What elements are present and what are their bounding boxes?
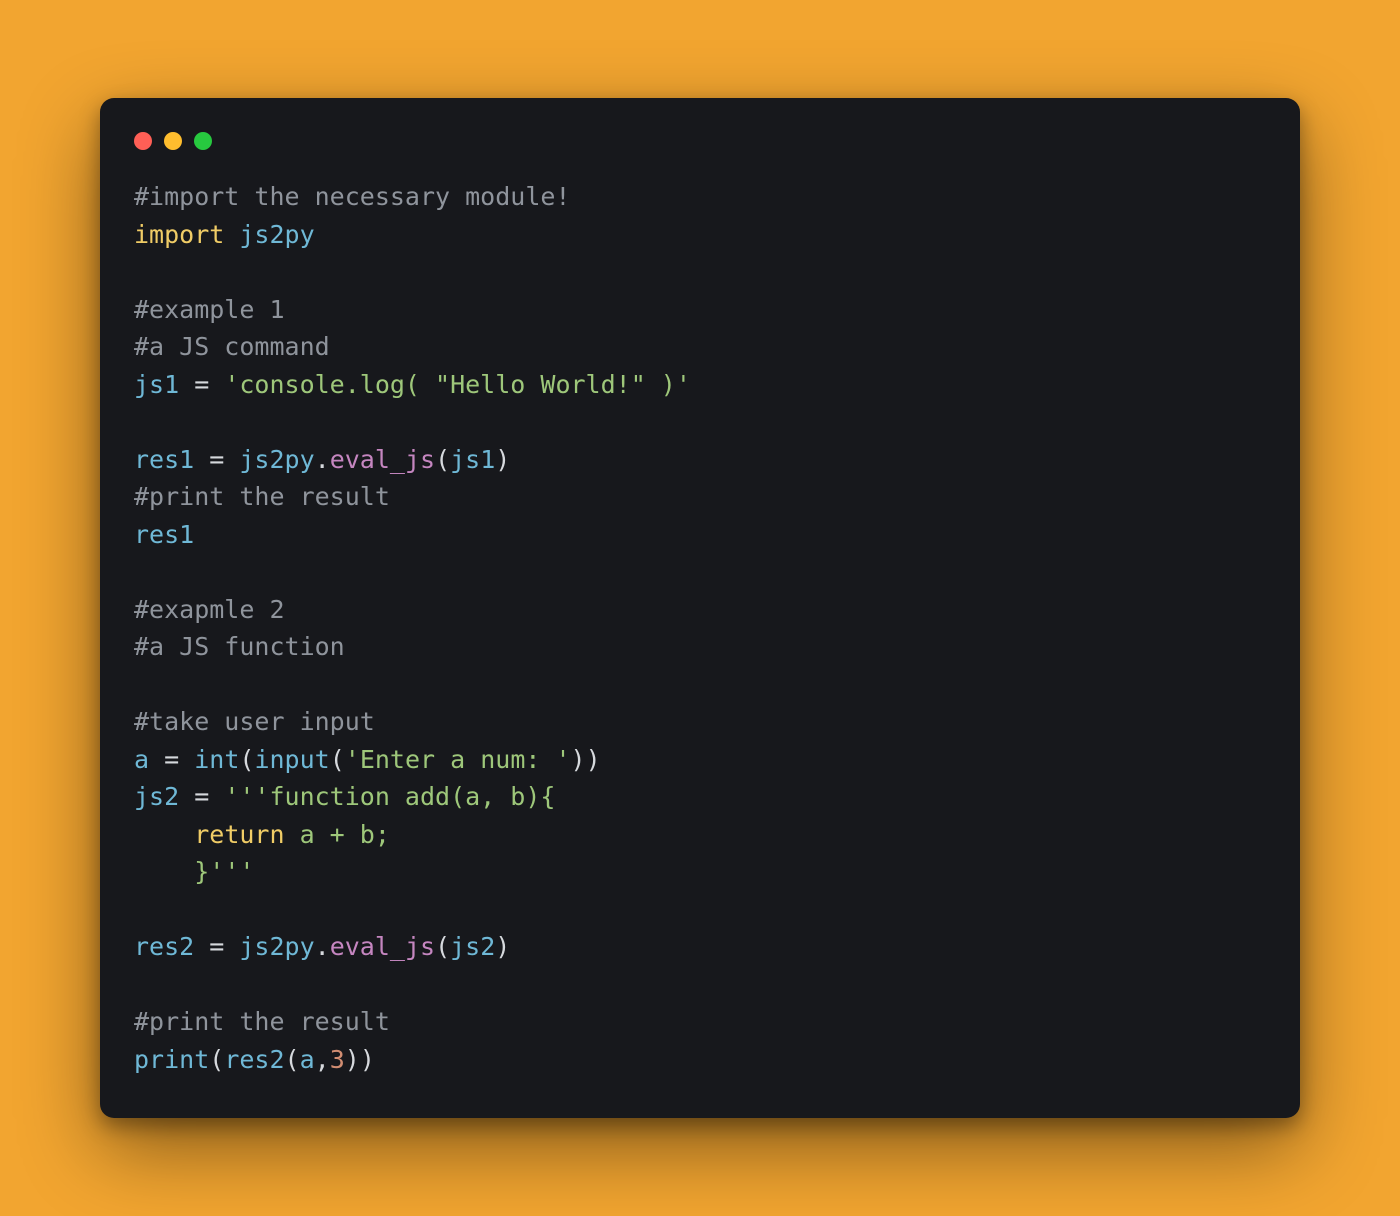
- code-token: js1: [450, 445, 495, 474]
- code-token: 'Enter a num: ': [345, 745, 571, 774]
- window-titlebar: [134, 126, 1266, 178]
- code-token: #print the result: [134, 482, 390, 511]
- code-token: ): [345, 1045, 360, 1074]
- code-token: 3: [330, 1045, 345, 1074]
- code-token: a: [134, 745, 149, 774]
- code-line: #import the necessary module!: [134, 182, 571, 211]
- code-line: }''': [134, 857, 254, 886]
- code-line: import js2py: [134, 220, 315, 249]
- code-line: a = int(input('Enter a num: ')): [134, 745, 601, 774]
- code-token: .: [315, 445, 330, 474]
- code-token: js2py: [239, 220, 314, 249]
- code-line: #print the result: [134, 482, 390, 511]
- code-window: #import the necessary module! import js2…: [100, 98, 1300, 1118]
- code-token: ): [495, 932, 510, 961]
- code-token: ): [571, 745, 586, 774]
- minimize-icon[interactable]: [164, 132, 182, 150]
- code-line: #take user input: [134, 707, 375, 736]
- code-line: res2 = js2py.eval_js(js2): [134, 932, 510, 961]
- code-token: eval_js: [330, 932, 435, 961]
- code-token: res2: [224, 1045, 284, 1074]
- code-line: #a JS command: [134, 332, 330, 361]
- code-token: ): [495, 445, 510, 474]
- code-token: }: [134, 857, 209, 886]
- code-line: js2 = '''function add(a, b){: [134, 782, 555, 811]
- code-token: (: [209, 1045, 224, 1074]
- code-token: #a JS command: [134, 332, 330, 361]
- code-token: js2py: [239, 445, 314, 474]
- close-icon[interactable]: [134, 132, 152, 150]
- code-token: #import the necessary module!: [134, 182, 571, 211]
- code-token: (: [435, 445, 450, 474]
- code-token: (: [285, 1045, 300, 1074]
- code-line: return a + b;: [134, 820, 390, 849]
- code-token: a: [300, 1045, 315, 1074]
- code-token: =: [149, 745, 194, 774]
- code-line: #a JS function: [134, 632, 345, 661]
- code-token: =: [194, 932, 239, 961]
- code-line: #example 1: [134, 295, 285, 324]
- code-token: [134, 820, 194, 849]
- code-token: .: [315, 932, 330, 961]
- code-token: (: [330, 745, 345, 774]
- code-token: ): [360, 1045, 375, 1074]
- code-token: return: [194, 820, 284, 849]
- code-token: import: [134, 220, 224, 249]
- code-token: res1: [134, 445, 194, 474]
- code-token: js2py: [239, 932, 314, 961]
- code-token: js2: [450, 932, 495, 961]
- code-line: #print the result: [134, 1007, 390, 1036]
- code-token: [224, 220, 239, 249]
- code-token: input: [254, 745, 329, 774]
- code-token: '''function add(a, b){: [224, 782, 555, 811]
- code-token: #example 1: [134, 295, 285, 324]
- code-token: =: [179, 370, 224, 399]
- code-token: js1: [134, 370, 179, 399]
- code-token: int: [194, 745, 239, 774]
- code-token: #exapmle 2: [134, 595, 285, 624]
- code-token: res2: [134, 932, 194, 961]
- code-line: js1 = 'console.log( "Hello World!" )': [134, 370, 691, 399]
- code-editor[interactable]: #import the necessary module! import js2…: [134, 178, 1266, 1078]
- code-token: res1: [134, 520, 194, 549]
- code-token: (: [239, 745, 254, 774]
- code-line: res1: [134, 520, 194, 549]
- code-token: ): [586, 745, 601, 774]
- code-line: res1 = js2py.eval_js(js1): [134, 445, 510, 474]
- code-token: (: [435, 932, 450, 961]
- code-line: print(res2(a,3)): [134, 1045, 375, 1074]
- code-token: eval_js: [330, 445, 435, 474]
- code-token: #a JS function: [134, 632, 345, 661]
- code-token: =: [179, 782, 224, 811]
- code-token: ''': [209, 857, 254, 886]
- code-token: =: [194, 445, 239, 474]
- code-token: #print the result: [134, 1007, 390, 1036]
- code-token: #take user input: [134, 707, 375, 736]
- code-line: #exapmle 2: [134, 595, 285, 624]
- code-token: ,: [315, 1045, 330, 1074]
- code-token: print: [134, 1045, 209, 1074]
- zoom-icon[interactable]: [194, 132, 212, 150]
- code-token: a + b;: [285, 820, 390, 849]
- code-token: 'console.log( "Hello World!" )': [224, 370, 691, 399]
- code-token: js2: [134, 782, 179, 811]
